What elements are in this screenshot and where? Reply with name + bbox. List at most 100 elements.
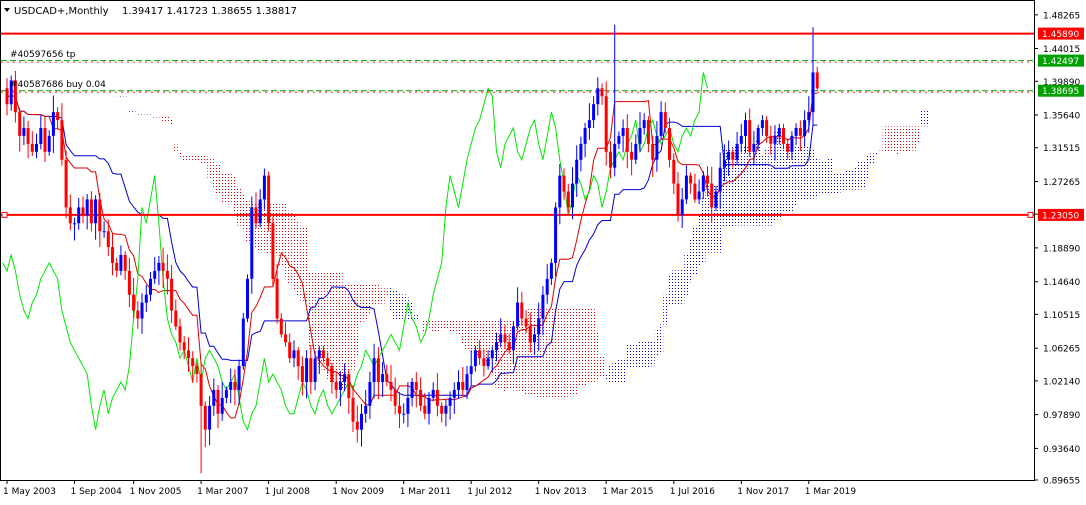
kumo-segment — [384, 288, 389, 295]
candle-body — [575, 159, 579, 184]
kumo-segment — [587, 307, 592, 384]
y-tick-label: 1.44015 — [1043, 45, 1080, 55]
candle-body — [520, 302, 524, 319]
candle-body — [710, 183, 714, 208]
kumo-segment — [190, 155, 195, 162]
candle-body — [262, 175, 266, 200]
kumo-segment — [435, 320, 440, 332]
level-anchor-left[interactable] — [1, 211, 8, 218]
candle-body — [592, 104, 596, 121]
kumo-segment — [659, 324, 664, 353]
candle-body — [296, 350, 300, 367]
candle-body — [203, 405, 207, 430]
kumo-segment — [397, 293, 402, 321]
candle-body — [414, 382, 418, 390]
candle-body — [722, 159, 726, 168]
x-tick-label: 1 Mar 2007 — [197, 487, 248, 497]
price-chart[interactable]: 1.482651.440151.398901.356401.315151.272… — [0, 0, 1086, 501]
y-tick-label: 1.18890 — [1043, 244, 1080, 254]
kumo-segment — [169, 118, 174, 125]
kumo-segment — [359, 284, 364, 324]
kumo-segment — [144, 114, 149, 116]
candle-body — [191, 358, 195, 367]
candle-body — [672, 159, 676, 184]
kumo-segment — [418, 319, 423, 321]
kumo-segment — [199, 155, 204, 164]
candle-body — [739, 135, 743, 144]
kumo-segment — [355, 284, 360, 356]
kumo-segment — [675, 270, 681, 306]
candle-body — [343, 374, 347, 382]
kumo-segment — [688, 238, 693, 283]
candle-body — [630, 151, 634, 160]
y-tick-label: 1.27265 — [1043, 178, 1080, 188]
kumo-segment — [743, 145, 748, 226]
candle-body — [35, 143, 38, 152]
kumo-segment — [697, 214, 702, 266]
candle-body — [545, 278, 549, 295]
kumo-segment — [853, 166, 858, 190]
candle-body — [389, 382, 393, 390]
candle-body — [798, 128, 802, 136]
candle-body — [212, 389, 216, 406]
candle-body — [609, 151, 612, 168]
candle-body — [587, 120, 591, 128]
candle-body — [811, 72, 815, 113]
candle-body — [18, 112, 22, 136]
candle-body — [815, 72, 819, 89]
kumo-segment — [874, 151, 879, 155]
candle-body — [410, 382, 414, 398]
candle-body — [482, 358, 486, 367]
kumo-segment — [840, 173, 845, 190]
candle-body — [224, 389, 228, 398]
x-tick-label: 1 Mar 2019 — [805, 487, 857, 497]
candle-body — [216, 389, 220, 414]
y-tick-label: 1.48265 — [1043, 11, 1080, 21]
kumo-segment — [481, 320, 486, 353]
kumo-segment — [363, 284, 368, 320]
candle-body — [524, 318, 528, 327]
candle-body — [5, 88, 9, 105]
candle-body — [727, 151, 731, 160]
candle-body — [140, 302, 144, 319]
candle-body — [579, 143, 583, 160]
candle-body — [714, 191, 718, 208]
kumo-segment — [823, 161, 828, 195]
chart-window[interactable]: 1.48265 1.44015 1.39890 1.35640 1.31515 1.272… — [0, 0, 1086, 501]
candle-body — [689, 175, 693, 184]
candle-body — [638, 128, 642, 144]
kumo-segment — [836, 173, 841, 195]
kumo-segment — [367, 284, 372, 315]
level-anchor-right[interactable] — [1027, 211, 1034, 218]
candle-body — [64, 159, 68, 208]
candle-body — [127, 270, 131, 295]
candle-body — [748, 120, 752, 152]
candle-body — [718, 167, 722, 192]
candle-body — [457, 382, 460, 390]
x-tick-label: 1 Nov 2017 — [737, 487, 789, 497]
candle-body — [435, 389, 439, 406]
candle-body — [803, 120, 807, 136]
kumo-segment — [215, 163, 221, 194]
candle-body — [351, 397, 355, 422]
candle-body — [760, 120, 764, 128]
kumo-segment — [237, 189, 242, 226]
candle-body — [427, 397, 431, 414]
candle-body — [292, 350, 296, 359]
candle-body — [347, 374, 351, 398]
candle-body — [604, 96, 608, 152]
candle-body — [174, 310, 178, 327]
kumo-segment — [882, 126, 887, 153]
kumo-segment — [393, 289, 398, 321]
kumo-segment — [211, 158, 216, 189]
candle-body — [469, 366, 473, 374]
y-tick-label: 1.35640 — [1043, 112, 1080, 122]
candle-body — [89, 199, 93, 224]
candle-body — [43, 128, 47, 152]
candle-body — [651, 143, 655, 160]
kumo-segment — [376, 284, 381, 304]
kumo-segment — [177, 150, 183, 157]
kumo-segment — [283, 202, 288, 277]
candle-body — [275, 278, 279, 319]
kumo-segment — [633, 343, 638, 367]
